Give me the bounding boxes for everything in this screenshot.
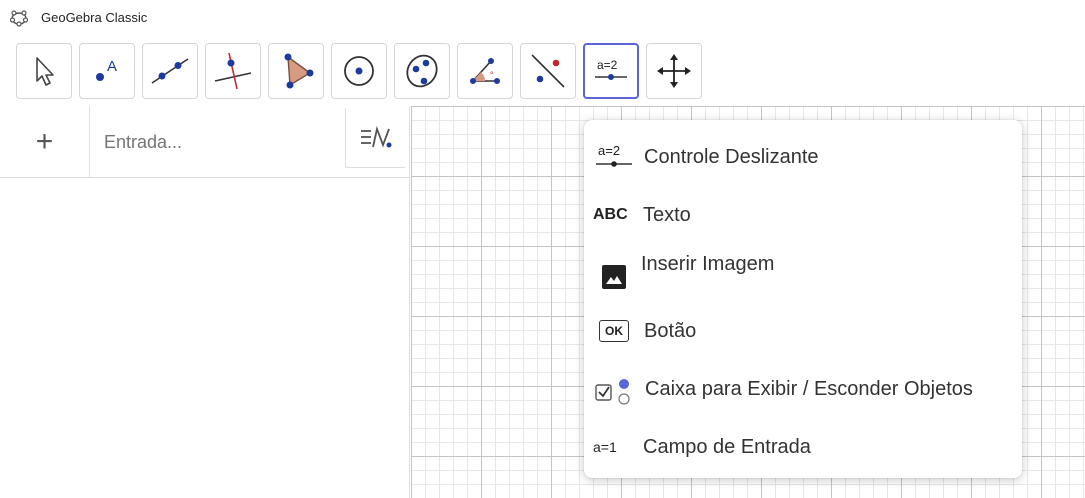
button-ok-glyph: OK	[599, 320, 629, 342]
slider-menu-glyph: a=2	[598, 143, 620, 158]
menu-item-label: Caixa para Exibir / Esconder Objetos	[645, 377, 973, 400]
menu-item-button[interactable]: OK Botão	[584, 302, 1022, 360]
svg-text:°: °	[490, 70, 494, 80]
menu-item-image[interactable]: Inserir Imagem	[584, 244, 1022, 302]
polygon-tool-button[interactable]	[268, 43, 324, 99]
menu-item-label: Inserir Imagem	[641, 253, 775, 275]
input-box-icon: a=1	[593, 427, 639, 467]
move-graphics-view-icon	[657, 54, 691, 88]
algebra-input-row: +	[0, 106, 410, 178]
angle-tool-button[interactable]: °	[457, 43, 513, 99]
slider-tool-glyph: a=2	[597, 58, 618, 72]
circle-tool-button[interactable]	[331, 43, 387, 99]
menu-item-checkbox[interactable]: Caixa para Exibir / Esconder Objetos	[584, 360, 1022, 418]
title-bar: GeoGebra Classic	[0, 0, 1085, 36]
slider-tool-button[interactable]: a=2	[583, 43, 639, 99]
algebra-style-button[interactable]	[345, 108, 405, 168]
menu-item-label: Texto	[643, 203, 691, 226]
toolbar: A ° a=2	[0, 36, 1085, 106]
algebra-input[interactable]	[104, 128, 334, 156]
checkbox-show-hide-icon	[594, 369, 634, 409]
menu-item-input-box[interactable]: a=1 Campo de Entrada	[584, 418, 1022, 476]
point-a-icon: A	[96, 58, 117, 81]
input-box-glyph: a=1	[593, 439, 617, 455]
window-title: GeoGebra Classic	[41, 10, 148, 25]
line-tool-button[interactable]	[142, 43, 198, 99]
perpendicular-line-icon	[214, 52, 252, 90]
button-ok-icon: OK	[594, 311, 634, 351]
reflect-tool-button[interactable]	[520, 43, 576, 99]
add-item-button[interactable]: +	[0, 106, 90, 178]
menu-item-text[interactable]: ABC Texto	[584, 186, 1022, 244]
slider-icon: a=2	[595, 58, 627, 80]
menu-item-label: Botão	[644, 319, 697, 342]
slider-icon: a=2	[594, 137, 634, 177]
move-tool-button[interactable]	[16, 43, 72, 99]
geogebra-logo-icon	[10, 10, 28, 27]
ellipse-tool-button[interactable]	[394, 43, 450, 99]
slider-tools-menu: a=2 Controle Deslizante ABC Texto Inseri…	[584, 120, 1022, 478]
move-graphics-view-tool-button[interactable]	[646, 43, 702, 99]
polygon-icon	[284, 53, 314, 89]
reflect-about-line-icon	[531, 54, 565, 88]
point-tool-button[interactable]: A	[79, 43, 135, 99]
perpendicular-line-tool-button[interactable]	[205, 43, 261, 99]
ellipse-icon	[406, 54, 438, 88]
angle-icon: °	[470, 58, 500, 84]
line-through-points-icon	[151, 58, 189, 84]
point-a-glyph: A	[107, 58, 117, 75]
circle-center-point-icon	[344, 56, 374, 86]
image-icon	[594, 253, 634, 293]
algebra-view: +	[0, 106, 410, 498]
menu-item-label: Controle Deslizante	[644, 145, 819, 168]
cursor-arrow-icon	[36, 57, 54, 86]
text-abc-glyph: ABC	[593, 206, 628, 223]
text-abc-icon: ABC	[593, 195, 639, 235]
menu-item-slider[interactable]: a=2 Controle Deslizante	[584, 128, 1022, 186]
algebra-style-icon	[360, 125, 391, 148]
menu-item-label: Campo de Entrada	[643, 435, 811, 458]
